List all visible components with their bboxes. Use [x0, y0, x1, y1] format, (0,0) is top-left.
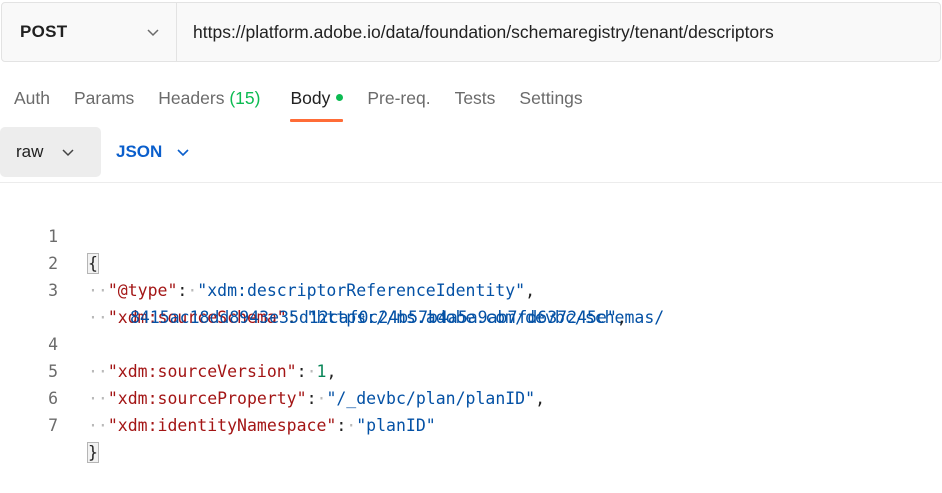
body-language-dropdown[interactable]: JSON [116, 142, 190, 162]
method-selector[interactable]: POST [2, 3, 177, 61]
code-text: } [87, 439, 99, 466]
request-url-bar: POST https://platform.adobe.io/data/foun… [1, 2, 941, 62]
url-input[interactable]: https://platform.adobe.io/data/foundatio… [177, 3, 940, 61]
tab-prereq[interactable]: Pre-req. [367, 84, 430, 122]
tab-headers[interactable]: Headers (15) [158, 84, 260, 122]
json-key: "xdm:identityNamespace" [107, 416, 337, 435]
code-line: 4 ··"xdm:sourceVersion":·1, [0, 304, 942, 381]
tab-params[interactable]: Params [74, 84, 134, 122]
code-line-wrap: 8415ac18dd8943e35d12caf0c24b57b4a5a9ab7f… [0, 277, 942, 327]
headers-count-badge: (15) [229, 88, 261, 108]
close-brace: } [87, 442, 99, 463]
code-text: ··"xdm:identityNamespace":·"planID" [88, 416, 436, 435]
method-label: POST [20, 22, 68, 41]
body-options-row: raw JSON [0, 127, 190, 177]
tab-body[interactable]: Body [290, 84, 344, 122]
chevron-down-icon [146, 25, 160, 39]
tab-auth[interactable]: Auth [14, 84, 50, 122]
line-number: 7 [48, 416, 58, 435]
body-language-label: JSON [116, 142, 163, 161]
code-line: 7 } [0, 385, 942, 463]
tab-body-label: Body [290, 88, 331, 108]
body-code-editor[interactable]: 1 { 2 ··"@type":·"xdm:descriptorReferenc… [0, 196, 942, 463]
tab-headers-label: Headers [158, 88, 225, 108]
code-line: 5 ··"xdm:sourceProperty":·"/_devbc/plan/… [0, 331, 942, 408]
request-tabs: Params Headers (15) Auth Body Pre-req. T… [14, 84, 607, 124]
code-line: 6 ··"xdm:identityNamespace":·"planID" [0, 358, 942, 435]
code-line: 1 { [0, 196, 942, 274]
chevron-down-icon [176, 145, 190, 159]
code-line: 2 ··"@type":·"xdm:descriptorReferenceIde… [0, 223, 942, 300]
chevron-down-icon [61, 145, 75, 159]
body-mode-dropdown[interactable]: raw [0, 127, 101, 177]
body-modified-dot [336, 94, 344, 101]
code-line: 3 ··"xdm:sourceSchema":·"https://ns.adob… [0, 250, 942, 327]
body-mode-label: raw [16, 142, 44, 161]
tab-tests[interactable]: Tests [455, 84, 496, 122]
json-value: "planID" [356, 416, 436, 435]
tab-settings[interactable]: Settings [519, 84, 582, 122]
divider [0, 182, 942, 183]
